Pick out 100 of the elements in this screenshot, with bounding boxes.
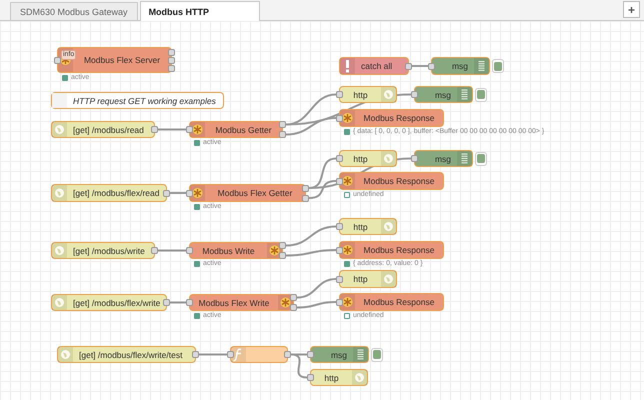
node-label: [get] /modbus/flex/write [72,298,162,308]
input-port[interactable] [336,276,343,282]
flow-node[interactable]: Modbus Getter [189,121,283,138]
flow-tab[interactable]: Modbus HTTP [140,1,260,21]
output-port[interactable] [192,351,199,358]
flow-node[interactable]: Modbus Response [339,109,444,127]
input-port[interactable] [336,178,343,184]
input-port[interactable] [54,56,61,64]
flow-node[interactable]: Modbus Response [339,172,444,190]
flow-node[interactable]: http [339,218,397,235]
node-label: msg [330,350,348,360]
node-label: msg [450,61,469,71]
list-icon [457,151,472,166]
node-label: http [352,154,369,164]
flow-node[interactable]: msg [431,57,490,75]
globe-icon [52,122,67,137]
node-label: Modbus Write [201,246,256,256]
node-label: msg [434,90,452,100]
input-port[interactable] [336,246,343,254]
globe-icon [381,271,396,287]
flow-node[interactable]: [get] /modbus/flex/write [51,294,167,311]
wire [158,250,186,252]
globe-icon [52,295,67,310]
asterisk-icon [340,110,355,126]
node-label: Modbus Response [362,176,436,186]
flow-tab[interactable]: SDM630 Modbus Gateway [10,2,138,20]
debug-toggle[interactable] [371,348,383,362]
input-port[interactable] [186,247,193,254]
globe-icon [58,347,73,362]
input-port[interactable] [307,374,314,381]
flow-node[interactable]: Modbus Response [339,293,444,311]
input-port[interactable] [336,91,343,98]
node-label: http [352,274,369,284]
globe-icon [381,87,396,102]
flow-node[interactable]: Modbus Flex Write [189,294,294,311]
asterisk-icon [190,122,205,137]
input-port[interactable] [186,299,193,306]
flow-node[interactable]: http [339,150,397,167]
flow-node[interactable]: http [339,270,397,288]
input-port[interactable] [227,351,234,358]
globe-icon [52,243,67,258]
node-label: Modbus Response [362,245,436,255]
input-port[interactable] [411,91,418,98]
wire [296,301,336,308]
node-label: Modbus Flex Server [82,55,162,65]
function-icon [231,347,246,362]
flow-node[interactable]: Modbus Response [339,241,444,259]
flow-node[interactable]: [get] /modbus/read [51,121,155,138]
asterisk-icon [190,185,205,201]
flow-node[interactable]: msg [310,346,369,363]
output-port[interactable] [284,351,291,358]
flow-node[interactable] [230,346,288,363]
output-port[interactable] [151,126,158,133]
node-label: msg [434,154,452,164]
add-tab-button[interactable]: + [623,1,640,18]
input-port[interactable] [336,114,343,122]
asterisk-icon [340,294,355,310]
wire [286,226,336,246]
node-label: Modbus Response [362,297,436,307]
flow-node[interactable]: [get] /modbus/write [51,242,155,259]
flow-node[interactable]: http [310,369,368,386]
wire [170,192,186,194]
node-label: Modbus Getter [214,124,273,134]
flow-node[interactable]: Modbus Flex Getter [189,184,306,202]
flow-node[interactable]: http [339,86,397,103]
flow-node[interactable]: HTTP request GET working examples [51,92,224,109]
flow-node[interactable]: catch all [339,57,409,75]
flow-node[interactable]: [get] /modbus/flex/write/test [57,346,196,363]
debug-toggle[interactable] [475,88,487,102]
output-port[interactable] [151,247,158,254]
list-icon [353,347,368,362]
debug-toggle[interactable] [475,152,487,166]
comment-icon [52,93,67,108]
globe-icon [352,370,367,385]
wire [296,278,336,298]
output-port[interactable] [163,299,170,306]
output-port[interactable] [405,62,412,70]
input-port[interactable] [336,223,343,230]
input-port[interactable] [186,190,193,196]
input-port[interactable] [186,126,193,133]
flow-node[interactable]: msg [414,86,473,103]
input-port[interactable] [336,155,343,162]
wire [199,354,227,356]
debug-toggle[interactable] [492,59,504,73]
flow-node[interactable]: Modbus Write [189,242,283,259]
wire [170,302,186,304]
asterisk-icon [340,242,355,258]
output-port[interactable] [163,190,170,196]
flow-node[interactable]: msg [414,150,473,167]
node-label: Modbus Flex Getter [216,188,294,198]
node-label: http [323,372,340,382]
node-label: catch all [360,61,394,71]
input-port[interactable] [336,298,343,306]
globe-icon [52,185,67,201]
flow-node[interactable]: [get] /modbus/flex/read [51,184,167,202]
input-port[interactable] [428,62,435,70]
node-label: Modbus Flex Write [198,298,270,308]
input-port[interactable] [411,155,418,162]
input-port[interactable] [307,351,314,358]
globe-icon [381,219,396,234]
